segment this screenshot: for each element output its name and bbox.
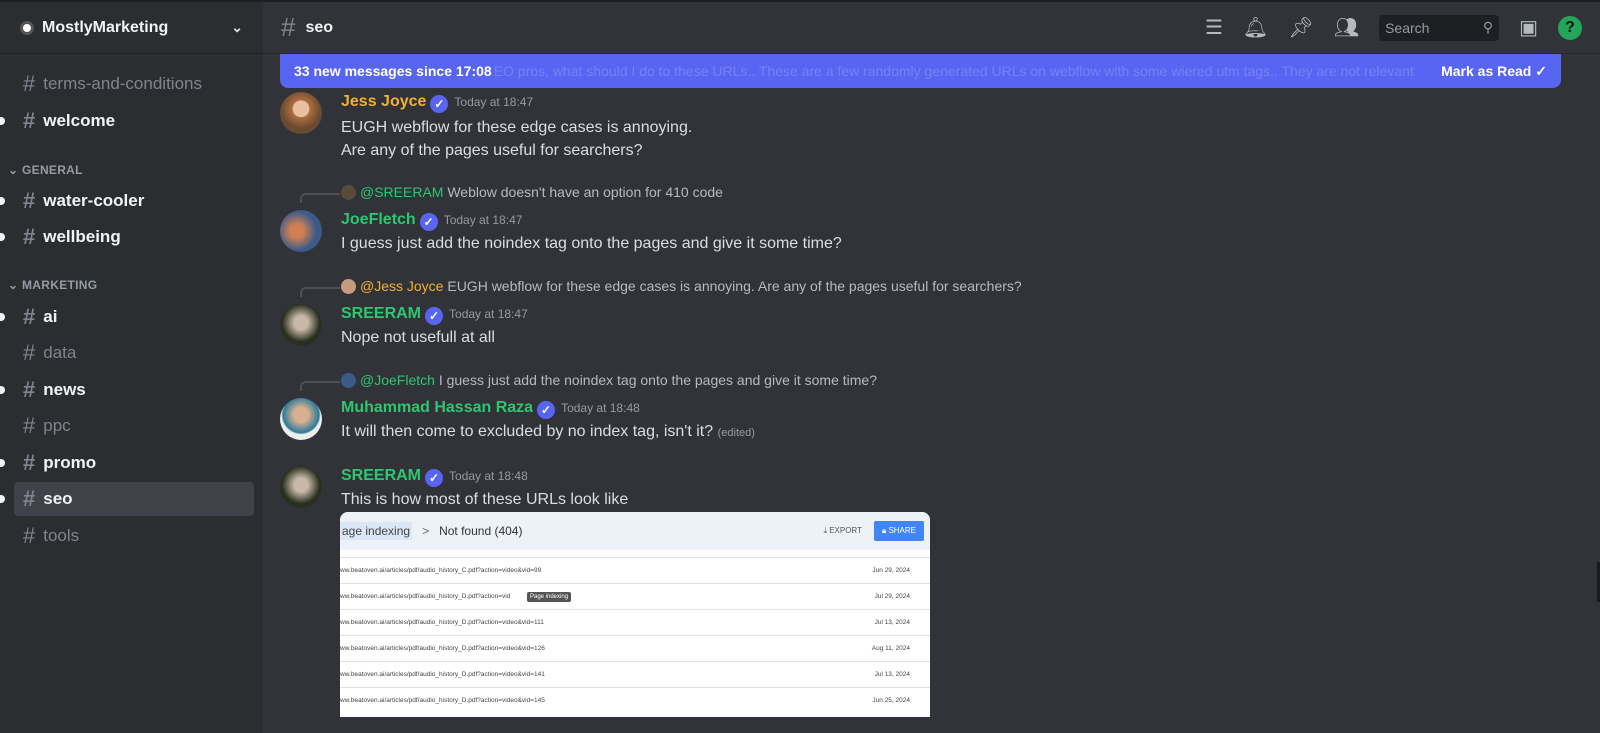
reply-spine <box>300 193 340 203</box>
table-row: ww.beatoven.ai/articles/pdf/audio_histor… <box>340 609 930 635</box>
avatar[interactable] <box>280 304 322 346</box>
avatar[interactable] <box>280 92 322 134</box>
table-row: ww.beatoven.ai/articles/pdf/audio_histor… <box>340 557 930 583</box>
reply-preview[interactable]: @Jess Joyce EUGH webflow for these edge … <box>341 278 1022 294</box>
avatar[interactable] <box>280 398 322 440</box>
server-name: MostlyMarketing <box>42 18 169 36</box>
channel-data[interactable]: # data <box>14 336 254 370</box>
table-row: ww.beatoven.ai/articles/pdf/audio_histor… <box>340 661 930 687</box>
channel-title: seo <box>305 18 334 36</box>
channel-welcome[interactable]: # welcome <box>0 104 254 138</box>
reply-spine <box>300 381 340 391</box>
hash-icon: # <box>23 71 36 96</box>
hash-icon: # <box>23 413 36 438</box>
hash-icon: # <box>281 12 296 42</box>
message-text: It will then come to excluded by no inde… <box>341 423 755 440</box>
server-header[interactable]: MostlyMarketing ⌄ <box>0 2 263 54</box>
channel-tools[interactable]: # tools <box>14 519 254 553</box>
channel-ai[interactable]: # ai <box>0 300 254 334</box>
verified-icon: ✓ <box>419 213 438 231</box>
table-row: ww.beatoven.ai/articles/pdf/audio_histor… <box>340 635 930 661</box>
hash-icon: # <box>23 340 36 365</box>
author-name[interactable]: SREERAM ✓ Today at 18:47 <box>341 305 528 325</box>
reply-preview[interactable]: @SREERAM Weblow doesn't have an option f… <box>341 184 723 200</box>
message-text: This is how most of these URLs look like <box>341 491 629 508</box>
verified-icon: ✓ <box>537 401 556 419</box>
message-text: Are any of the pages useful for searcher… <box>341 142 643 159</box>
channel-seo[interactable]: # seo <box>0 482 254 516</box>
image-attachment[interactable]: age indexing > Not found (404) ⤓ EXPORT … <box>340 512 930 717</box>
hash-icon: # <box>23 486 36 511</box>
hash-icon: # <box>23 304 36 329</box>
reply-preview[interactable]: @JoeFletch I guess just add the noindex … <box>341 372 877 388</box>
bell-icon[interactable]: 🔔︎ <box>1243 15 1268 40</box>
channel-news[interactable]: # news <box>0 373 254 407</box>
hash-icon: # <box>23 523 36 548</box>
hash-icon: # <box>23 224 36 249</box>
message-text: EUGH webflow for these edge cases is ann… <box>341 119 693 136</box>
channel-promo[interactable]: # promo <box>0 446 254 480</box>
help-icon[interactable]: ? <box>1558 15 1582 40</box>
author-name[interactable]: Muhammad Hassan Raza ✓ Today at 18:48 <box>341 399 640 419</box>
threads-icon[interactable]: ☰ <box>1205 15 1223 40</box>
hash-icon: # <box>23 108 36 133</box>
reply-spine <box>300 287 340 297</box>
avatar[interactable] <box>280 466 322 508</box>
avatar <box>341 279 356 294</box>
verified-icon: ✓ <box>425 469 444 487</box>
verified-icon: ✓ <box>425 307 444 325</box>
hash-icon: # <box>23 188 36 213</box>
message-text: I guess just add the noindex tag onto th… <box>341 235 842 252</box>
hash-icon: # <box>23 377 36 402</box>
breadcrumb-current: Not found (404) <box>439 524 523 538</box>
channel-header: # seo ☰ 🔔︎ 📌︎ 👥︎ Search ⚲ ▣ ? <box>263 2 1600 54</box>
author-name[interactable]: Jess Joyce ✓ Today at 18:47 <box>341 93 533 113</box>
breadcrumb: age indexing <box>340 522 413 540</box>
channel-ppc[interactable]: # ppc <box>14 409 254 443</box>
table-row: ww.beatoven.ai/articles/pdf/audio_histor… <box>340 583 930 609</box>
tooltip: Page indexing <box>527 591 572 602</box>
avatar <box>341 185 356 200</box>
channel-water-cooler[interactable]: # water-cooler <box>0 184 254 218</box>
inbox-icon[interactable]: ▣ <box>1519 15 1538 40</box>
search-icon: ⚲ <box>1482 19 1494 35</box>
avatar[interactable] <box>280 210 322 252</box>
channel-sidebar: MostlyMarketing ⌄ # terms-and-conditions … <box>0 2 263 733</box>
hash-icon: # <box>23 450 36 475</box>
channel-terms-and-conditions[interactable]: # terms-and-conditions <box>14 67 254 101</box>
message-text: Nope not usefull at all <box>341 329 495 346</box>
new-messages-banner[interactable]: 33 new messages since 17:08 EO pros, wha… <box>280 54 1561 88</box>
pin-icon[interactable]: 📌︎ <box>1288 15 1313 40</box>
members-icon[interactable]: 👥︎ <box>1334 15 1359 40</box>
channel-wellbeing[interactable]: # wellbeing <box>0 220 254 254</box>
verified-icon: ✓ <box>430 95 449 113</box>
server-icon <box>20 20 34 35</box>
chat-area: # seo ☰ 🔔︎ 📌︎ 👥︎ Search ⚲ ▣ ? 33 new mess… <box>263 2 1600 733</box>
export-button: ⤓ EXPORT <box>823 526 862 535</box>
category-marketing[interactable]: ⌄ MARKETING <box>8 278 97 292</box>
mark-as-read-button[interactable]: Mark as Read ✓ <box>1433 62 1547 80</box>
category-general[interactable]: ⌄ GENERAL <box>8 163 83 177</box>
share-button: 🔒︎ SHARE <box>873 521 924 541</box>
search-input[interactable]: Search ⚲ <box>1379 14 1500 41</box>
chevron-down-icon[interactable]: ⌄ <box>231 19 243 36</box>
author-name[interactable]: JoeFletch ✓ Today at 18:47 <box>341 211 522 231</box>
table-row: ww.beatoven.ai/articles/pdf/audio_histor… <box>340 687 930 713</box>
author-name[interactable]: SREERAM ✓ Today at 18:48 <box>341 467 528 487</box>
avatar <box>341 373 356 388</box>
